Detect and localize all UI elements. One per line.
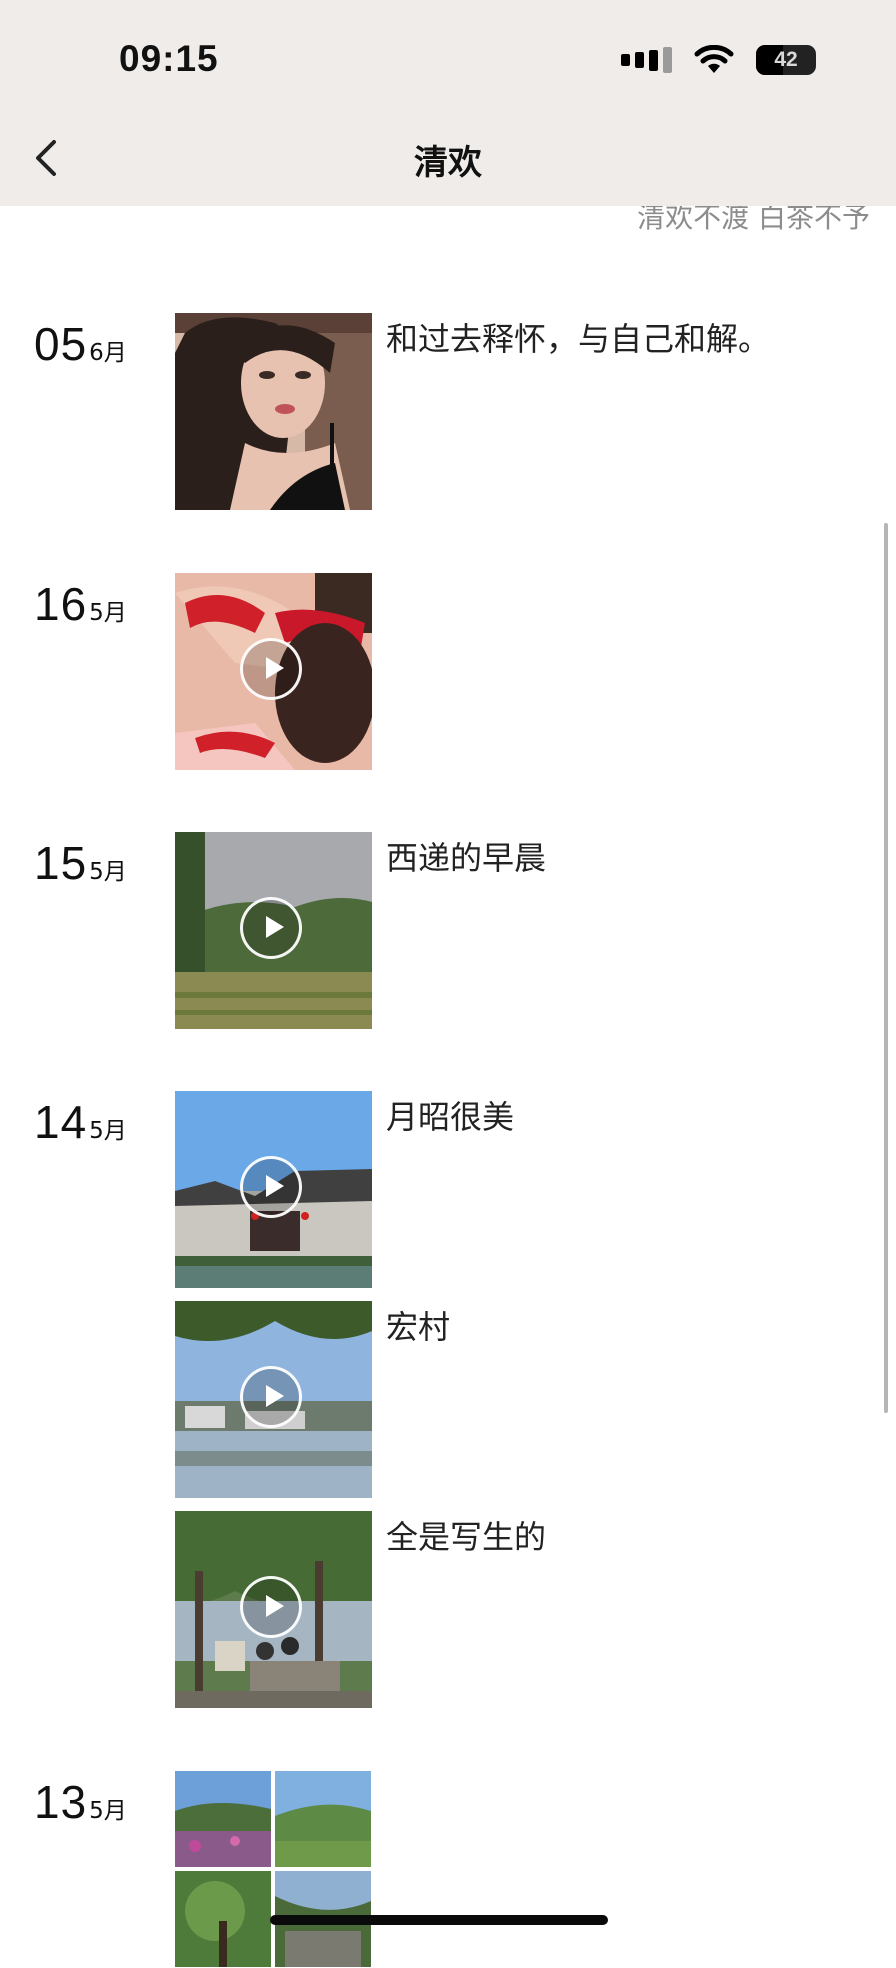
post-caption: 和过去释怀，与自己和解。 bbox=[386, 320, 771, 358]
entry-day: 13 bbox=[34, 1776, 88, 1828]
post-thumbnail[interactable] bbox=[175, 313, 372, 510]
entry-month: 5月 bbox=[89, 1798, 127, 1824]
post-item[interactable]: 月昭很美 bbox=[175, 1091, 875, 1288]
entry-date: 145月 bbox=[34, 1095, 127, 1149]
page-title: 清欢 bbox=[414, 143, 482, 183]
post-item[interactable]: 西递的早晨 bbox=[175, 832, 875, 1029]
post-item[interactable]: 宏村 bbox=[175, 1301, 875, 1498]
entry-month: 5月 bbox=[89, 600, 127, 626]
post-caption: 西递的早晨 bbox=[386, 839, 547, 877]
grid-photo[interactable] bbox=[175, 1771, 271, 1867]
entry-month: 5月 bbox=[89, 859, 127, 885]
status-icons: 42 bbox=[621, 40, 816, 80]
entry-date: 165月 bbox=[34, 577, 127, 631]
photo-grid[interactable] bbox=[175, 1771, 372, 1968]
battery-indicator: 42 bbox=[756, 45, 816, 75]
post-caption: 宏村 bbox=[386, 1308, 451, 1346]
cellular-signal-icon bbox=[621, 47, 672, 73]
post-item[interactable] bbox=[175, 573, 875, 770]
post-caption: 月昭很美 bbox=[386, 1098, 515, 1136]
entry-day: 14 bbox=[34, 1096, 88, 1148]
home-indicator[interactable] bbox=[270, 1915, 608, 1925]
play-icon[interactable] bbox=[240, 1576, 302, 1638]
entry-month: 5月 bbox=[89, 1118, 127, 1144]
status-time: 09:15 bbox=[119, 38, 219, 79]
battery-level: 42 bbox=[774, 48, 798, 71]
post-caption: 全是写生的 bbox=[386, 1518, 547, 1556]
entry-date: 056月 bbox=[34, 317, 127, 371]
entry-date: 135月 bbox=[34, 1775, 127, 1829]
post-item[interactable]: 和过去释怀，与自己和解。 bbox=[175, 313, 875, 510]
entry-month: 6月 bbox=[89, 340, 127, 366]
entry-day: 15 bbox=[34, 837, 88, 889]
grid-photo[interactable] bbox=[175, 1871, 271, 1967]
battery-icon: 42 bbox=[756, 45, 816, 75]
top-bar: 09:15 42 清欢 bbox=[0, 0, 896, 206]
play-icon[interactable] bbox=[240, 1366, 302, 1428]
wifi-icon bbox=[694, 45, 734, 73]
scrollbar[interactable] bbox=[884, 523, 888, 1413]
play-icon[interactable] bbox=[240, 897, 302, 959]
grid-photo[interactable] bbox=[275, 1771, 371, 1867]
play-icon[interactable] bbox=[240, 638, 302, 700]
play-icon[interactable] bbox=[240, 1156, 302, 1218]
post-item[interactable]: 全是写生的 bbox=[175, 1511, 875, 1708]
entry-day: 16 bbox=[34, 578, 88, 630]
entry-day: 05 bbox=[34, 318, 88, 370]
entry-date: 155月 bbox=[34, 836, 127, 890]
